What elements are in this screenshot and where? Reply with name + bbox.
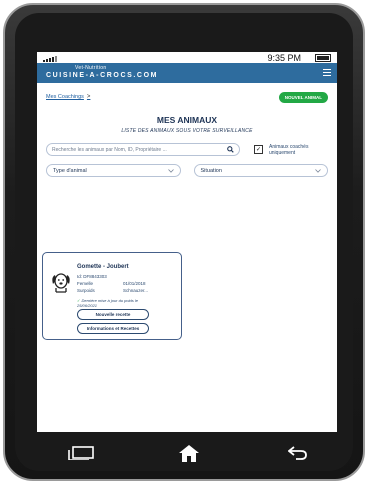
signal-icon <box>43 54 57 62</box>
animal-condition: Surpoids <box>77 288 95 293</box>
status-time: 9:35 PM <box>267 52 301 63</box>
animal-id: Id: DF8843303 <box>77 274 107 279</box>
home-icon[interactable] <box>179 445 199 462</box>
animal-type-value: Type d'animal <box>53 167 87 174</box>
animal-type-select[interactable]: Type d'animal <box>46 164 181 177</box>
search-placeholder: Recherche les animaux par Nom, ID, Propr… <box>52 146 167 153</box>
toolbar-row: Mes Coachings > NOUVEL ANIMAL <box>46 91 328 103</box>
coached-only-label: Animaux coachés uniquement <box>269 143 309 156</box>
chevron-down-icon <box>315 168 321 173</box>
coached-only-checkbox[interactable]: ✓ <box>254 145 263 154</box>
animal-sex: Femelle <box>77 281 94 286</box>
dog-icon <box>52 273 70 293</box>
device-nav-bar <box>37 434 337 474</box>
animal-name[interactable]: Gomette - Joubert <box>77 264 129 270</box>
weight-update-date: 25/06/2021 <box>77 303 98 308</box>
page-title: MES ANIMAUX <box>156 115 218 125</box>
app-screen: 9:35 PM Vet-Nutrition CUISINE-A-CROCS.CO… <box>37 52 337 432</box>
breadcrumb: Mes Coachings > <box>46 94 90 100</box>
animal-card[interactable]: Gomette - Joubert Id: DF8843303 Femelle … <box>42 252 182 340</box>
search-input[interactable]: Recherche les animaux par Nom, ID, Propr… <box>46 143 240 156</box>
animal-breed: Schnauzer... <box>123 288 149 293</box>
chevron-down-icon <box>167 168 174 173</box>
page-subtitle: LISTE DES ANIMAUX SOUS VOTRE SURVEILLANC… <box>121 128 253 134</box>
filter-selects: Type d'animal Situation <box>46 164 328 177</box>
info-recipes-button[interactable]: Informations et Recettes <box>77 323 149 334</box>
back-icon[interactable] <box>288 446 308 460</box>
breadcrumb-link[interactable]: Mes Coachings <box>46 94 84 100</box>
battery-icon <box>315 53 331 62</box>
status-bar: 9:35 PM <box>37 52 337 63</box>
brand-logo[interactable]: CUISINE-A-CROCS.COM <box>46 72 158 79</box>
brand-subtitle: Vet-Nutrition <box>75 65 107 71</box>
weight-update-note: ✓ Dernière mise à jour du poids le 25/06… <box>77 298 138 308</box>
recent-apps-icon[interactable] <box>68 446 94 460</box>
app-header: Vet-Nutrition CUISINE-A-CROCS.COM <box>37 63 337 83</box>
situation-value: Situation <box>200 167 222 174</box>
search-icon[interactable] <box>227 146 234 153</box>
search-row: Recherche les animaux par Nom, ID, Propr… <box>46 143 328 156</box>
main-content: Mes Coachings > NOUVEL ANIMAL MES ANIMAU… <box>37 91 337 340</box>
breadcrumb-separator: > <box>86 94 91 100</box>
animal-birthdate: 01/01/2018 <box>123 281 146 286</box>
hamburger-menu-icon[interactable] <box>323 69 331 76</box>
new-animal-button[interactable]: NOUVEL ANIMAL <box>278 91 328 103</box>
new-recipe-button[interactable]: Nouvelle recette <box>77 309 149 320</box>
situation-select[interactable]: Situation <box>193 164 328 177</box>
